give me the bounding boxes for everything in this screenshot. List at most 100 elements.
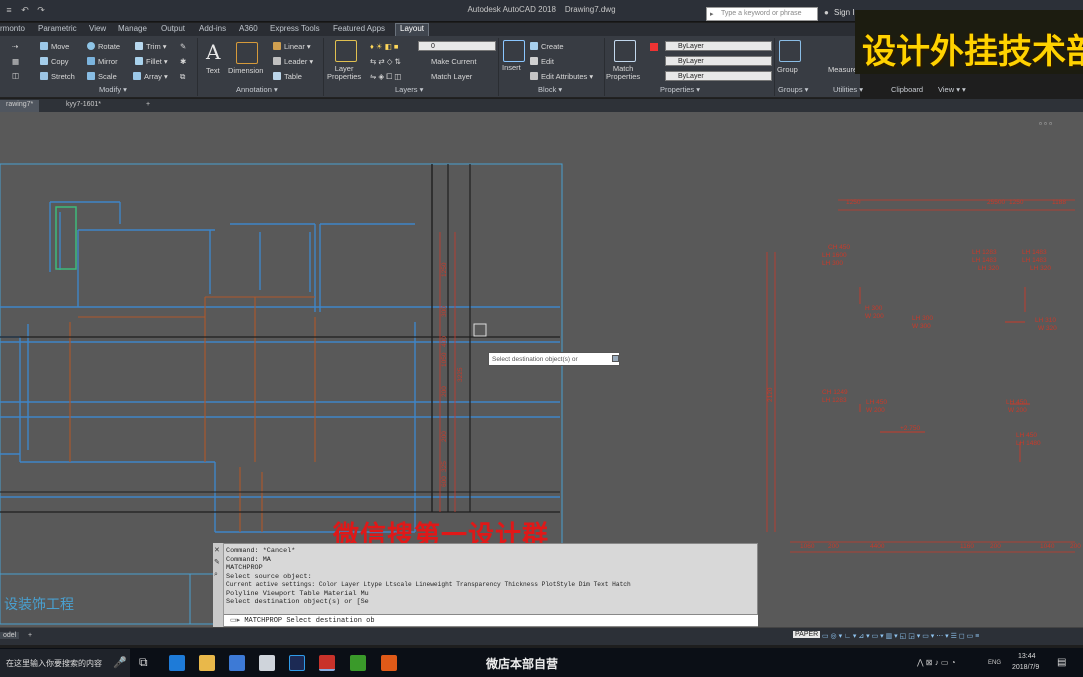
edit-attributes-button[interactable]: Edit Attributes ▾ xyxy=(530,72,593,81)
file-explorer-icon[interactable] xyxy=(199,655,215,671)
layer-state-icons[interactable]: ♦ ☀ ◧ ■ xyxy=(370,42,398,51)
lineweight-dropdown[interactable]: ByLayer xyxy=(665,71,772,81)
offset-icon[interactable]: ⧉ xyxy=(180,72,185,82)
block-group-label[interactable]: Block ▾ xyxy=(538,85,562,96)
view-group-label[interactable]: View ▾ ▾ xyxy=(938,85,966,96)
system-tray-icons[interactable]: ⋀ ⊠ ♪ ▭ ◔ xyxy=(917,658,956,667)
color-swatch xyxy=(650,43,658,51)
microphone-icon[interactable]: 🎤 xyxy=(113,656,127,669)
move-icon xyxy=(40,42,48,50)
text-button[interactable]: Text xyxy=(206,66,220,75)
paper-space-toggle[interactable]: PAPER xyxy=(793,631,821,638)
dimension-label: 1040 xyxy=(1040,543,1055,550)
groups-group-label[interactable]: Groups ▾ xyxy=(778,85,808,96)
task-view-icon[interactable]: ⧉ xyxy=(139,655,148,670)
autocad-icon[interactable] xyxy=(319,655,335,671)
separator xyxy=(197,38,198,96)
notifications-icon[interactable]: ▤ xyxy=(1057,657,1066,668)
taskbar-search[interactable]: 在这里输入你要搜索的内容 xyxy=(0,649,130,677)
elevation-label: CH 450 xyxy=(828,244,850,251)
add-layout-button[interactable]: + xyxy=(28,632,32,639)
dimension-button[interactable]: Dimension xyxy=(228,66,263,75)
doc-tab-kyy7[interactable]: kyy7-1601* xyxy=(60,100,107,112)
store-icon[interactable] xyxy=(229,655,245,671)
linear-button[interactable]: Linear ▾ xyxy=(273,42,311,51)
array-button[interactable]: Array ▾ xyxy=(133,72,168,81)
tab-manage[interactable]: Manage xyxy=(118,24,147,33)
status-tool-icons[interactable]: ▭ ◎ ▾ ∟ ▾ ⊿ ▾ ▭ ▾ ▥ ▾ ◱ ◲ ▾ ▭ ▾ ⋯ ▾ ☰ ◻ … xyxy=(822,632,979,640)
elevation-label: LH 310 xyxy=(1035,317,1056,324)
language-indicator[interactable]: ENG xyxy=(988,660,1001,666)
group-icon xyxy=(779,40,801,62)
tab-output[interactable]: Output xyxy=(161,24,185,33)
app-icon[interactable] xyxy=(381,655,397,671)
clock-time[interactable]: 13:44 xyxy=(1018,653,1036,660)
viewport-controls[interactable]: ▫ ▫ ▫ xyxy=(1039,119,1052,128)
mail-icon[interactable] xyxy=(259,655,275,671)
photoshop-icon[interactable] xyxy=(289,655,305,671)
layer-tools-row3[interactable]: ⇋ ◈ ⧠ ◫ xyxy=(370,72,401,82)
match-properties-button[interactable]: Match Properties xyxy=(606,65,640,81)
tab-parametric[interactable]: Parametric xyxy=(38,24,77,33)
edge-icon[interactable] xyxy=(169,655,185,671)
measure-button[interactable]: Measure xyxy=(828,65,857,74)
title-block-text: 设装饰工程 xyxy=(4,596,74,612)
color-dropdown[interactable]: ByLayer xyxy=(665,41,772,51)
create-block-button[interactable]: Create xyxy=(530,42,564,51)
modify-group-label[interactable]: Modify ▾ xyxy=(99,85,127,96)
scale-button[interactable]: Scale xyxy=(87,72,117,81)
linetype-dropdown[interactable]: ByLayer xyxy=(665,56,772,66)
doc-tab-drawing7[interactable]: rawing7* xyxy=(0,100,40,112)
arrow-icon[interactable]: ⇢ xyxy=(12,42,18,51)
tab-home[interactable]: rmonto xyxy=(0,24,25,33)
tab-featured-apps[interactable]: Featured Apps xyxy=(333,24,385,33)
fillet-button[interactable]: Fillet ▾ xyxy=(135,57,168,66)
layer-dropdown[interactable]: 0 xyxy=(418,41,496,51)
dimension-label: 400 xyxy=(441,336,448,347)
command-window-grip[interactable]: ✕ ✎ ⌕ xyxy=(213,543,224,627)
match-layer-button[interactable]: Match Layer xyxy=(431,72,472,81)
insert-button[interactable]: Insert xyxy=(502,63,521,72)
tab-view[interactable]: View xyxy=(89,24,106,33)
dimension-label: 1160 xyxy=(960,543,974,550)
properties-group-label[interactable]: Properties ▾ xyxy=(660,85,700,96)
layers-group-label[interactable]: Layers ▾ xyxy=(395,85,423,96)
rotate-button[interactable]: Rotate xyxy=(87,42,120,51)
clipboard-group-label[interactable]: Clipboard xyxy=(891,85,923,96)
annotation-group-label[interactable]: Annotation ▾ xyxy=(236,85,278,96)
region-icon[interactable]: ◫ xyxy=(12,71,19,80)
command-input[interactable]: ▭▸ MATCHPROP Select destination ob xyxy=(224,614,758,626)
tab-layout[interactable]: Layout xyxy=(395,23,430,36)
table-button[interactable]: Table xyxy=(273,72,302,81)
tab-express-tools[interactable]: Express Tools xyxy=(270,24,320,33)
tab-add-ins[interactable]: Add-ins xyxy=(199,24,226,33)
layer-properties-button[interactable]: Layer Properties xyxy=(327,65,361,81)
elevation-label: H 300 xyxy=(865,305,883,312)
ribbon-tab-bar: rmonto Parametric View Manage Output Add… xyxy=(0,23,860,36)
draw-icon[interactable]: ▦ xyxy=(12,57,19,66)
leader-button[interactable]: Leader ▾ xyxy=(273,57,313,66)
edit-block-button[interactable]: Edit xyxy=(530,57,554,66)
move-button[interactable]: Move xyxy=(40,42,69,51)
model-tab[interactable]: odel xyxy=(0,632,20,639)
clock-date[interactable]: 2018/7/9 xyxy=(1012,664,1039,671)
elevation-label: LH 1483 xyxy=(1022,249,1047,256)
mirror-button[interactable]: Mirror xyxy=(87,57,118,66)
dimension-label: 1188 xyxy=(1052,199,1066,206)
stretch-button[interactable]: Stretch xyxy=(40,72,75,81)
tab-a360[interactable]: A360 xyxy=(239,24,258,33)
layer-tools-row2[interactable]: ⇆ ⇄ ◇ ⇅ xyxy=(370,57,401,66)
camtasia-icon[interactable] xyxy=(350,655,366,671)
rotate-icon xyxy=(87,42,95,50)
search-input[interactable]: Type a keyword or phrase xyxy=(706,7,818,21)
group-button[interactable]: Group xyxy=(777,65,798,74)
trim-button[interactable]: Trim ▾ xyxy=(135,42,167,51)
green-wall xyxy=(55,206,77,270)
copy-button[interactable]: Copy xyxy=(40,57,69,66)
explode-icon[interactable]: ✱ xyxy=(180,57,186,66)
erase-icon[interactable]: ✎ xyxy=(180,42,186,51)
make-current-button[interactable]: Make Current xyxy=(431,57,476,66)
new-tab-button[interactable]: + xyxy=(140,100,156,112)
elevation-label: CH 1249 xyxy=(822,389,848,396)
utilities-group-label[interactable]: Utilities ▾ xyxy=(833,85,863,96)
